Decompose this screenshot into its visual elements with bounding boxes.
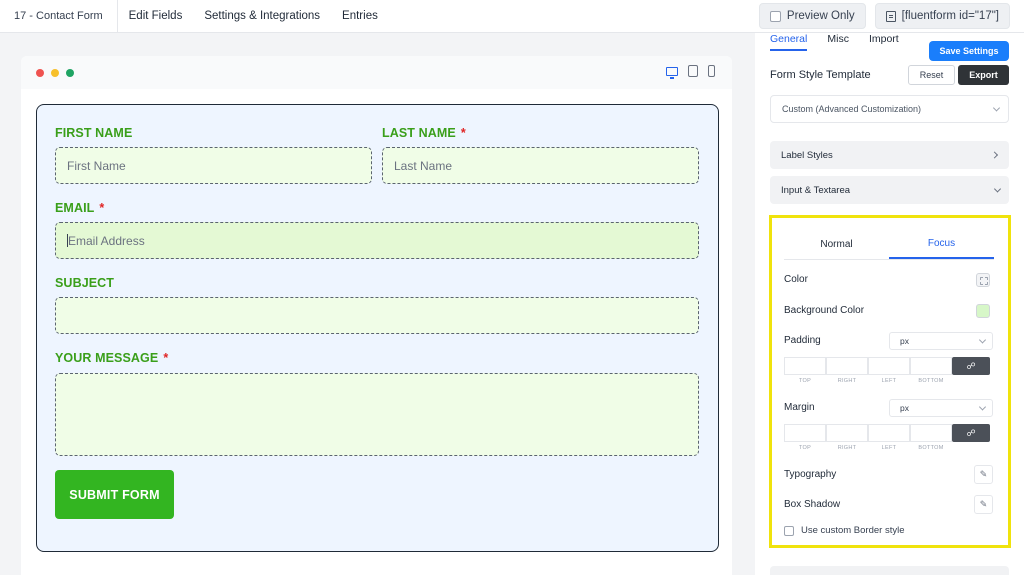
padding-link-icon[interactable]: ☍: [952, 357, 990, 375]
custom-border-checkbox[interactable]: [784, 525, 794, 536]
contact-form: FIRST NAME First Name LAST NAME * Last Na…: [36, 104, 719, 552]
form-title-breadcrumb[interactable]: 17 - Contact Form: [0, 0, 118, 33]
padding-bottom-input[interactable]: [910, 357, 952, 375]
input-textarea-accordion[interactable]: Input & Textarea: [770, 176, 1009, 204]
preview-checkbox[interactable]: [769, 10, 781, 22]
chevron-down-icon: [978, 403, 987, 411]
email-placeholder: Email Address: [68, 233, 145, 248]
label-styles-accordion[interactable]: Label Styles: [770, 141, 1009, 169]
box-shadow-label: Box Shadow: [784, 499, 841, 510]
nav-settings-integrations[interactable]: Settings & Integrations: [193, 0, 331, 33]
margin-right-caption: RIGHT: [837, 445, 857, 451]
shortcode-copy-button[interactable]: [fluentform id="17"]: [874, 3, 1010, 29]
save-settings-button[interactable]: Save Settings: [929, 41, 1009, 61]
margin-unit-select[interactable]: px: [889, 399, 993, 417]
custom-border-option[interactable]: Use custom Border style: [784, 525, 904, 536]
window-dot-red-icon: [36, 69, 44, 77]
style-settings-panel: General Misc Import Save Settings Form S…: [755, 33, 1024, 575]
chevron-down-icon: [978, 336, 987, 344]
style-template-select[interactable]: Custom (Advanced Customization): [770, 95, 1009, 123]
custom-border-label: Use custom Border style: [801, 525, 905, 536]
nav-entries[interactable]: Entries: [331, 0, 389, 33]
margin-left-caption: LEFT: [881, 445, 897, 451]
background-color-label: Background Color: [784, 305, 865, 316]
background-color-swatch[interactable]: [976, 304, 990, 318]
padding-bottom-caption: BOTTOM: [918, 378, 944, 384]
padding-left-caption: LEFT: [881, 378, 897, 384]
preview-only-label: Preview Only: [786, 10, 855, 22]
last-name-field[interactable]: Last Name: [382, 147, 699, 184]
first-name-label: FIRST NAME: [55, 126, 133, 140]
padding-top-caption: TOP: [798, 378, 812, 384]
margin-right-input[interactable]: [826, 424, 868, 442]
tab-misc[interactable]: Misc: [827, 33, 849, 51]
tab-normal[interactable]: Normal: [784, 230, 889, 259]
subject-label: SUBJECT: [55, 276, 115, 290]
typography-label: Typography: [784, 469, 837, 480]
label-styles-title: Label Styles: [781, 149, 833, 161]
desktop-view-icon[interactable]: [666, 66, 678, 79]
margin-link-icon[interactable]: ☍: [952, 424, 990, 442]
mobile-view-icon[interactable]: [708, 65, 715, 77]
padding-left-input[interactable]: [868, 357, 910, 375]
padding-right-caption: RIGHT: [837, 378, 857, 384]
last-name-placeholder: Last Name: [394, 158, 453, 173]
email-field[interactable]: Email Address: [55, 222, 699, 259]
first-name-placeholder: First Name: [67, 158, 126, 173]
padding-unit-value: px: [900, 336, 909, 346]
chevron-down-icon: [993, 185, 1002, 193]
message-label: YOUR MESSAGE *: [55, 351, 169, 365]
color-label: Color: [784, 274, 808, 285]
margin-left-input[interactable]: [868, 424, 910, 442]
padding-right-input[interactable]: [826, 357, 868, 375]
tab-import[interactable]: Import: [869, 33, 899, 51]
nav-edit-fields[interactable]: Edit Fields: [118, 0, 194, 33]
margin-top-input[interactable]: [784, 424, 826, 442]
reset-button[interactable]: Reset: [908, 65, 955, 85]
window-dot-green-icon: [66, 69, 74, 77]
tablet-view-icon[interactable]: [688, 65, 698, 77]
chevron-right-icon: [990, 151, 999, 159]
window-dot-yellow-icon: [51, 69, 59, 77]
input-style-settings-highlight: Normal Focus Color Background Color Padd…: [769, 215, 1011, 548]
input-textarea-title: Input & Textarea: [781, 184, 851, 196]
margin-label: Margin: [784, 402, 815, 413]
box-shadow-edit-icon[interactable]: ✎: [974, 495, 993, 514]
form-style-template-label: Form Style Template: [770, 69, 871, 81]
email-label: EMAIL *: [55, 201, 105, 215]
chevron-down-icon: [992, 104, 1001, 112]
margin-top-caption: TOP: [798, 445, 812, 451]
padding-unit-select[interactable]: px: [889, 332, 993, 350]
first-name-field[interactable]: First Name: [55, 147, 372, 184]
shortcode-text: [fluentform id="17"]: [901, 10, 999, 22]
next-accordion-section[interactable]: [770, 566, 1009, 575]
preview-window-header: [21, 56, 732, 89]
style-template-value: Custom (Advanced Customization): [782, 104, 922, 114]
subject-field[interactable]: [55, 297, 699, 334]
margin-unit-value: px: [900, 403, 909, 413]
color-picker-swatch[interactable]: [976, 273, 990, 287]
padding-label: Padding: [784, 335, 821, 346]
margin-bottom-input[interactable]: [910, 424, 952, 442]
message-textarea[interactable]: [55, 373, 699, 456]
submit-form-button[interactable]: SUBMIT FORM: [55, 470, 174, 519]
top-bar: 17 - Contact Form Edit Fields Settings &…: [0, 0, 1024, 33]
export-button[interactable]: Export: [958, 65, 1009, 85]
tab-focus[interactable]: Focus: [889, 230, 994, 259]
preview-only-toggle[interactable]: Preview Only: [758, 3, 866, 29]
form-preview-pane: FIRST NAME First Name LAST NAME * Last Na…: [21, 56, 732, 575]
padding-top-input[interactable]: [784, 357, 826, 375]
copy-icon: [885, 10, 896, 22]
margin-bottom-caption: BOTTOM: [918, 445, 944, 451]
last-name-label: LAST NAME *: [382, 126, 466, 140]
tab-general[interactable]: General: [770, 33, 808, 51]
typography-edit-icon[interactable]: ✎: [974, 465, 993, 484]
